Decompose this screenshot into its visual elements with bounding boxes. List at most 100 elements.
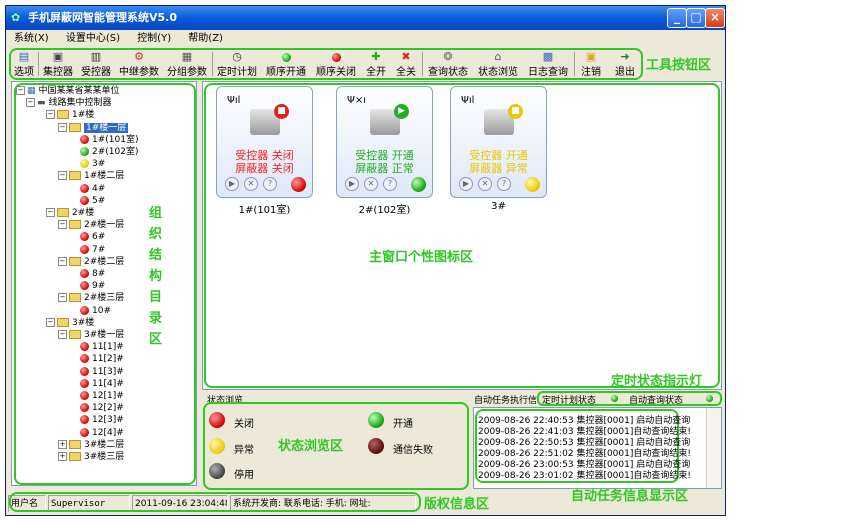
tree-label: 11[4]# xyxy=(92,378,124,389)
status-red-icon xyxy=(80,134,89,144)
device-card[interactable]: Ψ×ı ▶ 受控器 开通 屏蔽器 正常 ▶ ✕? xyxy=(336,86,433,198)
group-params-button[interactable]: ▦ 分组参数 xyxy=(164,50,210,78)
close-button[interactable]: × xyxy=(705,8,725,28)
help-icon[interactable]: ? xyxy=(383,177,397,191)
tree-device-item[interactable]: 11[2]# xyxy=(80,353,124,365)
tree-device-item[interactable]: 11[3]# xyxy=(80,366,124,378)
tree-folder-item[interactable]: −2#楼 xyxy=(46,207,94,219)
relay-params-button[interactable]: ⚙ 中继参数 xyxy=(116,50,162,78)
menu-control[interactable]: 控制(Y) xyxy=(137,33,171,44)
legend-open-dot xyxy=(368,412,384,428)
log-scrollbar[interactable] xyxy=(706,408,721,488)
tree-folder-item[interactable]: +3#楼三层 xyxy=(58,451,124,463)
play-icon[interactable]: ▶ xyxy=(345,177,359,191)
all-off-button[interactable]: ✖ 全关 xyxy=(392,50,420,78)
exit-button[interactable]: ➜ 退出 xyxy=(610,50,640,78)
legend-comm-fail-dot xyxy=(368,438,384,454)
menu-help[interactable]: 帮助(Z) xyxy=(188,33,223,44)
tree-label: 3#楼一层 xyxy=(84,330,125,340)
help-icon[interactable]: ? xyxy=(497,177,511,191)
app-icon: ✿ xyxy=(11,11,21,24)
help-icon[interactable]: ? xyxy=(263,177,277,191)
tree-folder-item[interactable]: − ▦ 中国某某省某某单位 xyxy=(16,85,120,97)
log-query-button[interactable]: ▩ 日志查询 xyxy=(524,50,572,78)
maximize-button[interactable]: □ xyxy=(686,8,706,28)
minimize-button[interactable]: _ xyxy=(667,8,687,28)
tree-device-item[interactable]: 12[2]# xyxy=(80,402,124,414)
tree-folder-item[interactable]: +3#楼二层 xyxy=(58,439,124,451)
folder-icon xyxy=(69,439,81,449)
tree-folder-item[interactable]: −1#楼一层 xyxy=(58,122,129,134)
tree-folder-item[interactable]: −3#楼 xyxy=(46,317,94,329)
tree-device-item[interactable]: 3# xyxy=(80,158,105,170)
all-on-button[interactable]: ✚ 全开 xyxy=(362,50,390,78)
relay-params-icon: ⚙ xyxy=(134,50,144,63)
stop-icon[interactable]: ✕ xyxy=(244,177,258,191)
menu-system[interactable]: 系统(X) xyxy=(14,33,49,44)
tree-label: 3#楼 xyxy=(72,317,95,328)
status-red-icon xyxy=(80,427,89,437)
tree-folder-item[interactable]: −2#楼三层 xyxy=(58,292,124,304)
stop-icon[interactable]: ✕ xyxy=(364,177,378,191)
copyright-highlight xyxy=(9,492,421,512)
play-icon[interactable]: ▶ xyxy=(225,177,239,191)
auto-task-title: 自动任务执行信 xyxy=(474,396,538,406)
tree-device-item[interactable]: 12[4]# xyxy=(80,427,124,439)
log-line: 2009-08-26 23:01:02 集控器[0001]自动查询结束! xyxy=(478,471,691,481)
query-status-button[interactable]: ❂ 查询状态 xyxy=(424,50,472,78)
tree-label: 中国某某省某某单位 xyxy=(38,86,120,96)
controlled-device-button[interactable]: ▥ 受控器 xyxy=(78,50,114,78)
signal-icon: Ψıl xyxy=(227,95,241,106)
status-light-icon xyxy=(411,177,426,192)
tree-device-item[interactable]: 12[1]# xyxy=(80,390,124,402)
status-red-icon xyxy=(80,391,89,400)
shielder-state: 屏蔽器 正常 xyxy=(355,162,414,175)
tree-device-item[interactable]: 11[1]# xyxy=(80,341,124,353)
tree-label: 8# xyxy=(92,269,106,279)
stop-icon[interactable]: ✕ xyxy=(478,177,492,191)
logout-button[interactable]: ▣ 注销 xyxy=(576,50,606,78)
play-icon[interactable]: ▶ xyxy=(459,177,473,191)
sequential-off-button[interactable]: 顺序关闭 xyxy=(312,50,360,78)
tree-folder-item[interactable]: −1#楼二层 xyxy=(58,170,124,182)
tree-folder-item[interactable]: −1#楼 xyxy=(46,109,94,121)
tree-device-item[interactable]: 2#(102室) xyxy=(80,146,138,158)
tree-device-item[interactable]: 10# xyxy=(80,305,111,317)
options-icon: ▤ xyxy=(18,50,30,63)
tree-device-item[interactable]: 6# xyxy=(80,231,105,243)
tree-device-item[interactable]: 12[3]# xyxy=(80,414,124,426)
legend-abnormal-label: 异常 xyxy=(234,445,254,456)
concentrator-button[interactable]: ▣ 集控器 xyxy=(40,50,76,78)
tree-device-item[interactable]: 4# xyxy=(80,183,105,195)
tree-device-item[interactable]: 9# xyxy=(80,280,105,292)
tree-label: 11[1]# xyxy=(92,342,124,353)
status-red-icon xyxy=(80,366,89,376)
timer-plan-button[interactable]: ◷ 定时计划 xyxy=(214,50,260,78)
exit-icon: ➜ xyxy=(620,50,630,63)
tree-folder-item[interactable]: −3#楼一层 xyxy=(58,329,124,341)
tree-device-item[interactable]: 5# xyxy=(80,195,105,207)
tree-device-item[interactable]: 8# xyxy=(80,268,105,280)
tree-folder-item[interactable]: −2#楼二层 xyxy=(58,256,124,268)
tree-folder-item[interactable]: − ▬ 线路集中控制器 xyxy=(26,97,112,109)
legend-disabled-label: 停用 xyxy=(234,470,254,481)
tree-device-item[interactable]: 1#(101室) xyxy=(80,134,138,146)
tree-device-item[interactable]: 11[4]# xyxy=(80,378,124,390)
legend-open-label: 开通 xyxy=(393,419,413,430)
tree-label: 3#楼二层 xyxy=(84,439,125,450)
folder-icon xyxy=(69,122,81,132)
status-red-icon xyxy=(80,269,89,278)
red-ball-icon xyxy=(329,51,343,62)
device-state-badge-icon: ▶ xyxy=(394,104,409,119)
sequential-on-button[interactable]: 顺序开通 xyxy=(262,50,310,78)
tree-folder-item[interactable]: −2#楼一层 xyxy=(58,219,124,231)
concentrator-icon: ▣ xyxy=(52,50,64,63)
menu-settings[interactable]: 设置中心(S) xyxy=(66,33,120,44)
device-card[interactable]: Ψıl ■ 受控器 开通 屏蔽器 异常 ▶ ✕? xyxy=(450,86,547,198)
options-button[interactable]: ▤ 选项 xyxy=(12,50,36,78)
status-red-icon xyxy=(80,354,89,364)
device-card[interactable]: Ψıl ■ 受控器 关闭 屏蔽器 关闭 ▶ ✕? xyxy=(216,86,313,198)
tree-device-item[interactable]: 7# xyxy=(80,244,105,256)
tree-label: 5# xyxy=(92,195,106,206)
status-browse-button[interactable]: ⌂ 状态浏览 xyxy=(474,50,522,78)
